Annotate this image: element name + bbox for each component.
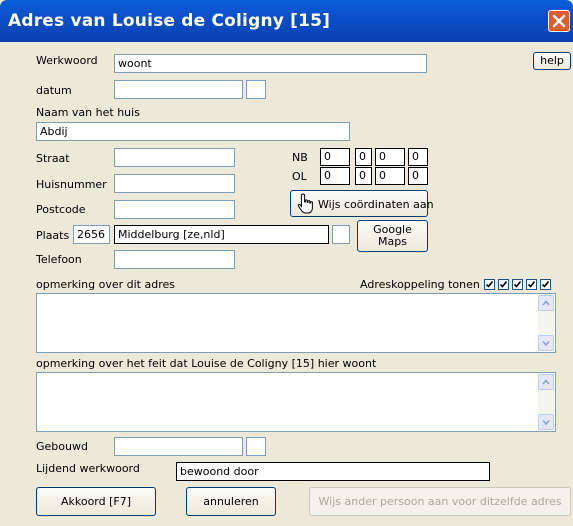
google-maps-button[interactable]: Google Maps xyxy=(357,220,428,252)
pointer-hand-icon xyxy=(297,193,313,214)
gebouwd-field[interactable] xyxy=(114,437,243,456)
huisnummer-field[interactable] xyxy=(114,174,235,193)
adreskoppeling-check-3[interactable] xyxy=(512,279,523,290)
check-icon xyxy=(513,281,522,288)
show-coordinates-button[interactable]: Wijs coördinaten aan xyxy=(290,190,434,217)
gebouwd-extra-field[interactable] xyxy=(246,437,266,456)
adreskoppeling-label: Adreskoppeling tonen in xyxy=(360,278,494,291)
show-coordinates-label: Wijs coördinaten aan xyxy=(318,198,434,211)
huis-field[interactable]: Abdij xyxy=(36,122,350,141)
werkwoord-label: Werkwoord xyxy=(36,54,98,67)
werkwoord-field[interactable]: woont xyxy=(114,54,427,73)
postcode-field[interactable] xyxy=(114,200,235,219)
opmerking-adres-textarea[interactable] xyxy=(36,293,556,353)
scroll-down-icon xyxy=(542,340,550,347)
ol-label: OL xyxy=(292,170,307,183)
ol-seconds-field[interactable]: 0 xyxy=(375,167,405,185)
adreskoppeling-check-4[interactable] xyxy=(526,279,537,290)
lijdend-label: Lijdend werkwoord xyxy=(36,462,140,475)
opmerking-adres-label: opmerking over dit adres xyxy=(36,278,175,291)
check-icon xyxy=(499,281,508,288)
opmerking-adres-text xyxy=(37,294,555,298)
cancel-button[interactable]: annuleren xyxy=(186,487,276,516)
help-button[interactable]: help xyxy=(533,52,571,70)
telefoon-label: Telefoon xyxy=(36,253,82,266)
scroll-up-button[interactable] xyxy=(538,374,554,390)
gebouwd-label: Gebouwd xyxy=(36,440,88,453)
plaats-extra-field[interactable] xyxy=(332,225,350,244)
scroll-up-icon xyxy=(542,379,550,385)
check-icon xyxy=(485,281,494,288)
datum-extra-field[interactable] xyxy=(246,80,266,99)
ol-fraction-field[interactable]: 0 xyxy=(408,167,428,185)
adreskoppeling-check-1[interactable] xyxy=(484,279,495,290)
opmerking-feit-label: opmerking over het feit dat Louise de Co… xyxy=(36,357,377,370)
scroll-up-icon xyxy=(542,300,550,306)
nb-seconds-field[interactable]: 0 xyxy=(375,148,405,166)
plaats-field[interactable]: Middelburg [ze,nld] xyxy=(114,225,329,244)
nb-fraction-field[interactable]: 0 xyxy=(408,148,428,166)
adreskoppeling-check-5[interactable] xyxy=(540,279,551,290)
dialog-window: Adres van Louise de Coligny [15] Werkwoo… xyxy=(0,0,573,526)
nb-label: NB xyxy=(292,151,308,164)
straat-field[interactable] xyxy=(114,148,235,167)
nb-minutes-field[interactable]: 0 xyxy=(355,148,372,166)
nb-degrees-field[interactable]: 0 xyxy=(320,148,350,166)
opmerking-feit-text xyxy=(37,373,555,377)
check-icon xyxy=(527,281,536,288)
lijdend-field[interactable]: bewoond door xyxy=(176,462,490,481)
close-icon xyxy=(552,14,566,28)
plaats-code-field[interactable]: 2656 xyxy=(73,225,110,244)
scroll-down-icon xyxy=(542,419,550,426)
opmerking-adres-scrollbar[interactable] xyxy=(538,295,554,351)
adreskoppeling-check-2[interactable] xyxy=(498,279,509,290)
scroll-up-button[interactable] xyxy=(538,295,554,311)
huisnummer-label: Huisnummer xyxy=(36,178,107,191)
datum-field[interactable] xyxy=(114,80,243,99)
ol-degrees-field[interactable]: 0 xyxy=(320,167,350,185)
opmerking-feit-textarea[interactable] xyxy=(36,372,556,432)
huis-label: Naam van het huis xyxy=(36,106,140,119)
straat-label: Straat xyxy=(36,152,70,165)
ok-button[interactable]: Akkoord [F7] xyxy=(36,487,156,516)
plaats-label: Plaats xyxy=(36,229,70,242)
window-title: Adres van Louise de Coligny [15] xyxy=(8,11,331,31)
google-maps-label-line2: Maps xyxy=(378,235,407,248)
scroll-down-button[interactable] xyxy=(538,414,554,430)
telefoon-field[interactable] xyxy=(114,250,235,269)
other-person-button[interactable]: Wijs ander persoon aan voor ditzelfde ad… xyxy=(309,487,571,516)
ol-minutes-field[interactable]: 0 xyxy=(355,167,372,185)
title-bar[interactable]: Adres van Louise de Coligny [15] xyxy=(0,0,573,42)
scroll-down-button[interactable] xyxy=(538,335,554,351)
postcode-label: Postcode xyxy=(36,203,86,216)
opmerking-feit-scrollbar[interactable] xyxy=(538,374,554,430)
datum-label: datum xyxy=(36,84,72,97)
check-icon xyxy=(541,281,550,288)
close-button[interactable] xyxy=(548,10,570,32)
